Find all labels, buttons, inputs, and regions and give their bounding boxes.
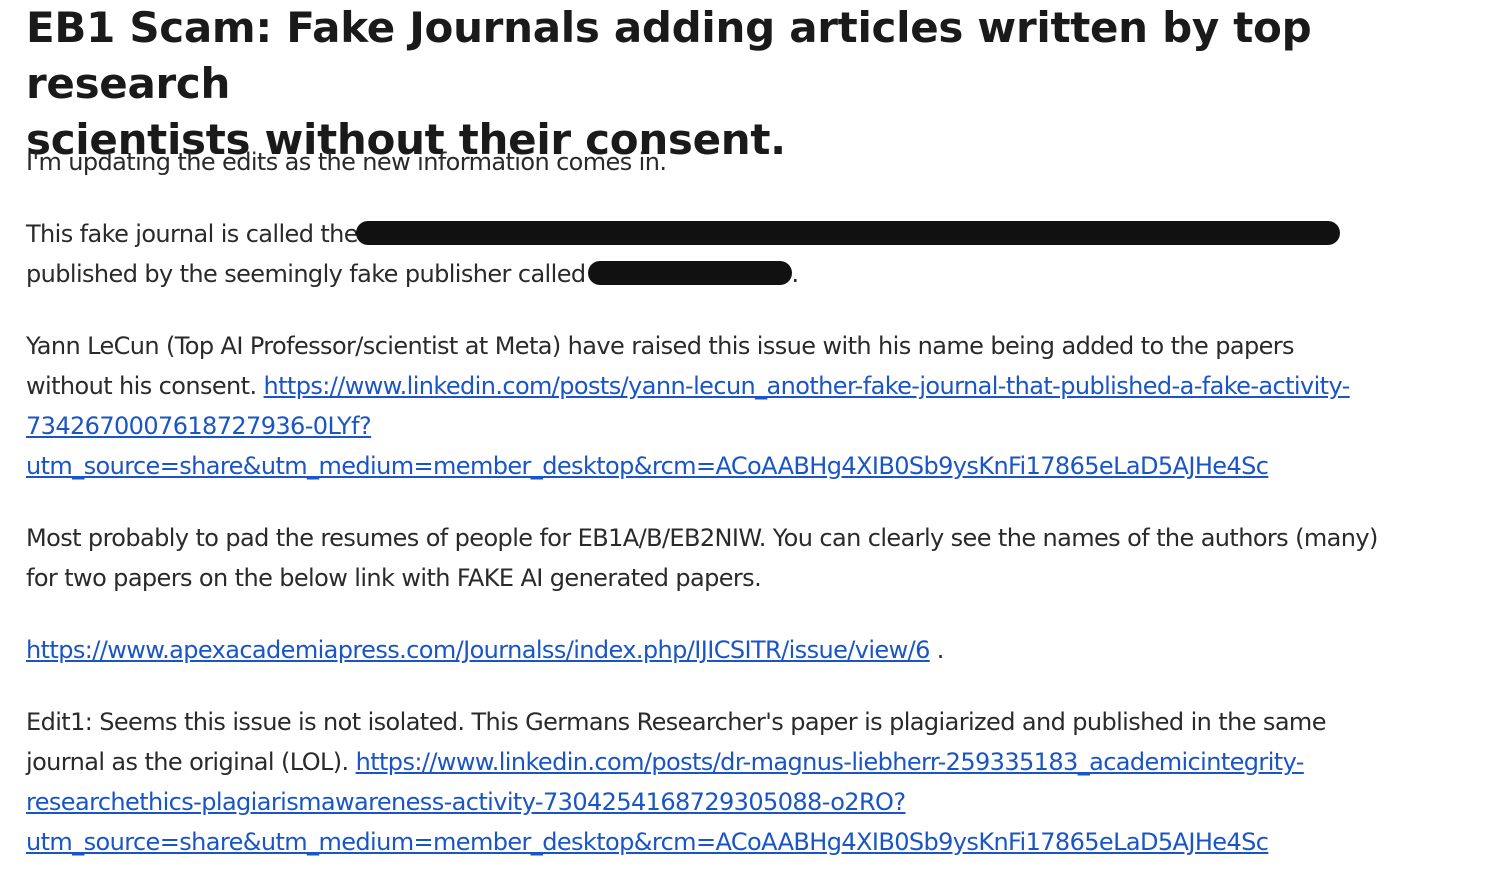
paragraph-resume-padding: Most probably to pad the resumes of peop…	[26, 518, 1496, 598]
paragraph-journal-name: This fake journal is called the publishe…	[26, 214, 1340, 294]
paragraph-yann-lecun: Yann LeCun (Top AI Professor/scientist a…	[26, 326, 1496, 486]
redacted-journal-name	[355, 221, 1340, 245]
paragraph-issue-link: https://www.apexacademiapress.com/Journa…	[26, 630, 944, 670]
resume-text-line-2: for two papers on the below link with FA…	[26, 564, 762, 592]
lecun-link-part-1: https://www.linkedin.com/posts/yann-lecu…	[263, 372, 1351, 400]
liebherr-link-part-2: researchethics-plagiarismawareness-activ…	[26, 788, 906, 816]
liebherr-link-part-3: utm_source=share&utm_medium=member_deskt…	[26, 828, 1269, 856]
lecun-link-part-2: 7342670007618727936-0LYf?	[26, 412, 372, 440]
edit1-text-line: Edit1: Seems this issue is not isolated.…	[26, 708, 1326, 736]
apex-issue-link[interactable]: https://www.apexacademiapress.com/Journa…	[26, 636, 930, 664]
post-title-line-1: EB1 Scam: Fake Journals adding articles …	[26, 3, 1312, 108]
period-text: .	[791, 260, 800, 288]
publisher-intro-text: published by the seemingly fake publishe…	[26, 260, 586, 288]
edit1-lol-text: journal as the original (LOL).	[26, 748, 356, 776]
lecun-link-part-3: utm_source=share&utm_medium=member_deskt…	[26, 452, 1269, 480]
paragraph-edit1: Edit1: Seems this issue is not isolated.…	[26, 702, 1496, 862]
lecun-consent-text: without his consent.	[26, 372, 264, 400]
redacted-publisher-name	[587, 261, 792, 285]
journal-intro-text: This fake journal is called the	[26, 220, 359, 248]
liebherr-link-part-1: https://www.linkedin.com/posts/dr-magnus…	[355, 748, 1305, 776]
post-body: EB1 Scam: Fake Journals adding articles …	[26, 0, 1496, 856]
issue-link-trailing-text: .	[929, 636, 945, 664]
paragraph-update-note: I'm updating the edits as the new inform…	[26, 148, 667, 176]
resume-text-line-1: Most probably to pad the resumes of peop…	[26, 524, 1378, 552]
lecun-text-line: Yann LeCun (Top AI Professor/scientist a…	[26, 332, 1295, 360]
